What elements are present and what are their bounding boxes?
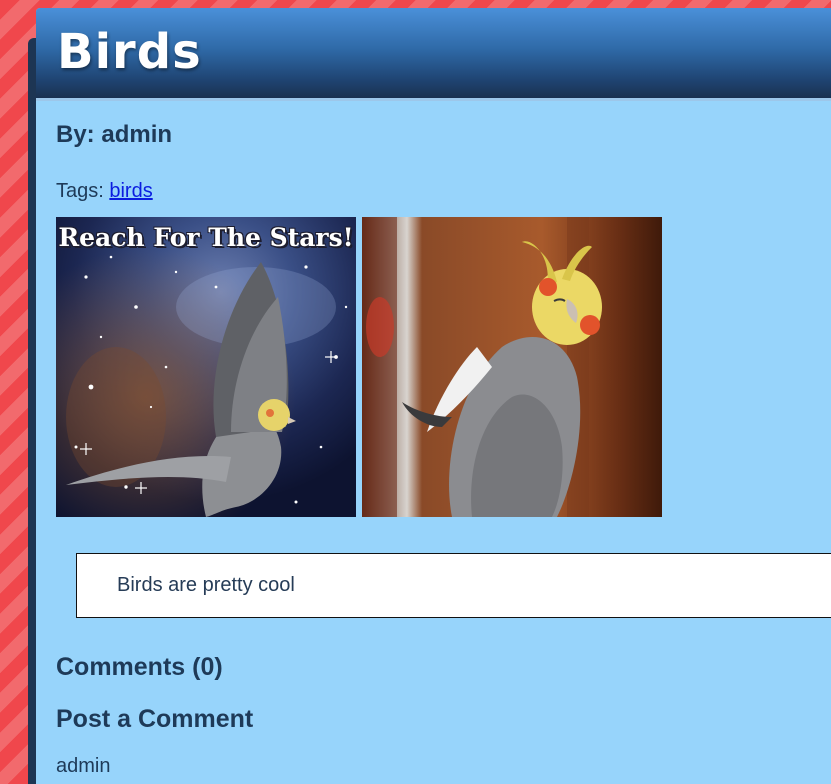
post-title: Birds: [57, 24, 202, 80]
post-header: Birds: [36, 8, 831, 101]
tag-link-birds[interactable]: birds: [109, 180, 152, 202]
comment-user-label: admin: [56, 755, 111, 777]
cockatiel-space-image[interactable]: Reach For The Stars!: [56, 217, 356, 517]
image-caption: Reach For The Stars!: [58, 223, 354, 252]
post-author: By: admin: [56, 121, 173, 148]
comments-heading: Comments (0): [56, 653, 223, 681]
post-body-text: Birds are pretty cool: [117, 574, 295, 596]
tags-label: Tags:: [56, 180, 110, 202]
image-gallery: Reach For The Stars!: [56, 217, 831, 517]
post-content: By: admin Tags: birds Reach For The Star…: [36, 101, 831, 778]
space-photo-art: [56, 217, 356, 517]
post-body: Birds are pretty cool: [76, 553, 831, 618]
tags-row: Tags: birds: [56, 179, 831, 203]
post-comment-heading: Post a Comment: [56, 705, 254, 733]
cockatiel-photo-art: [362, 217, 662, 517]
post-card: Birds By: admin Tags: birds Reach For Th…: [36, 8, 831, 784]
cockatiel-fluffed-image[interactable]: [362, 217, 662, 517]
